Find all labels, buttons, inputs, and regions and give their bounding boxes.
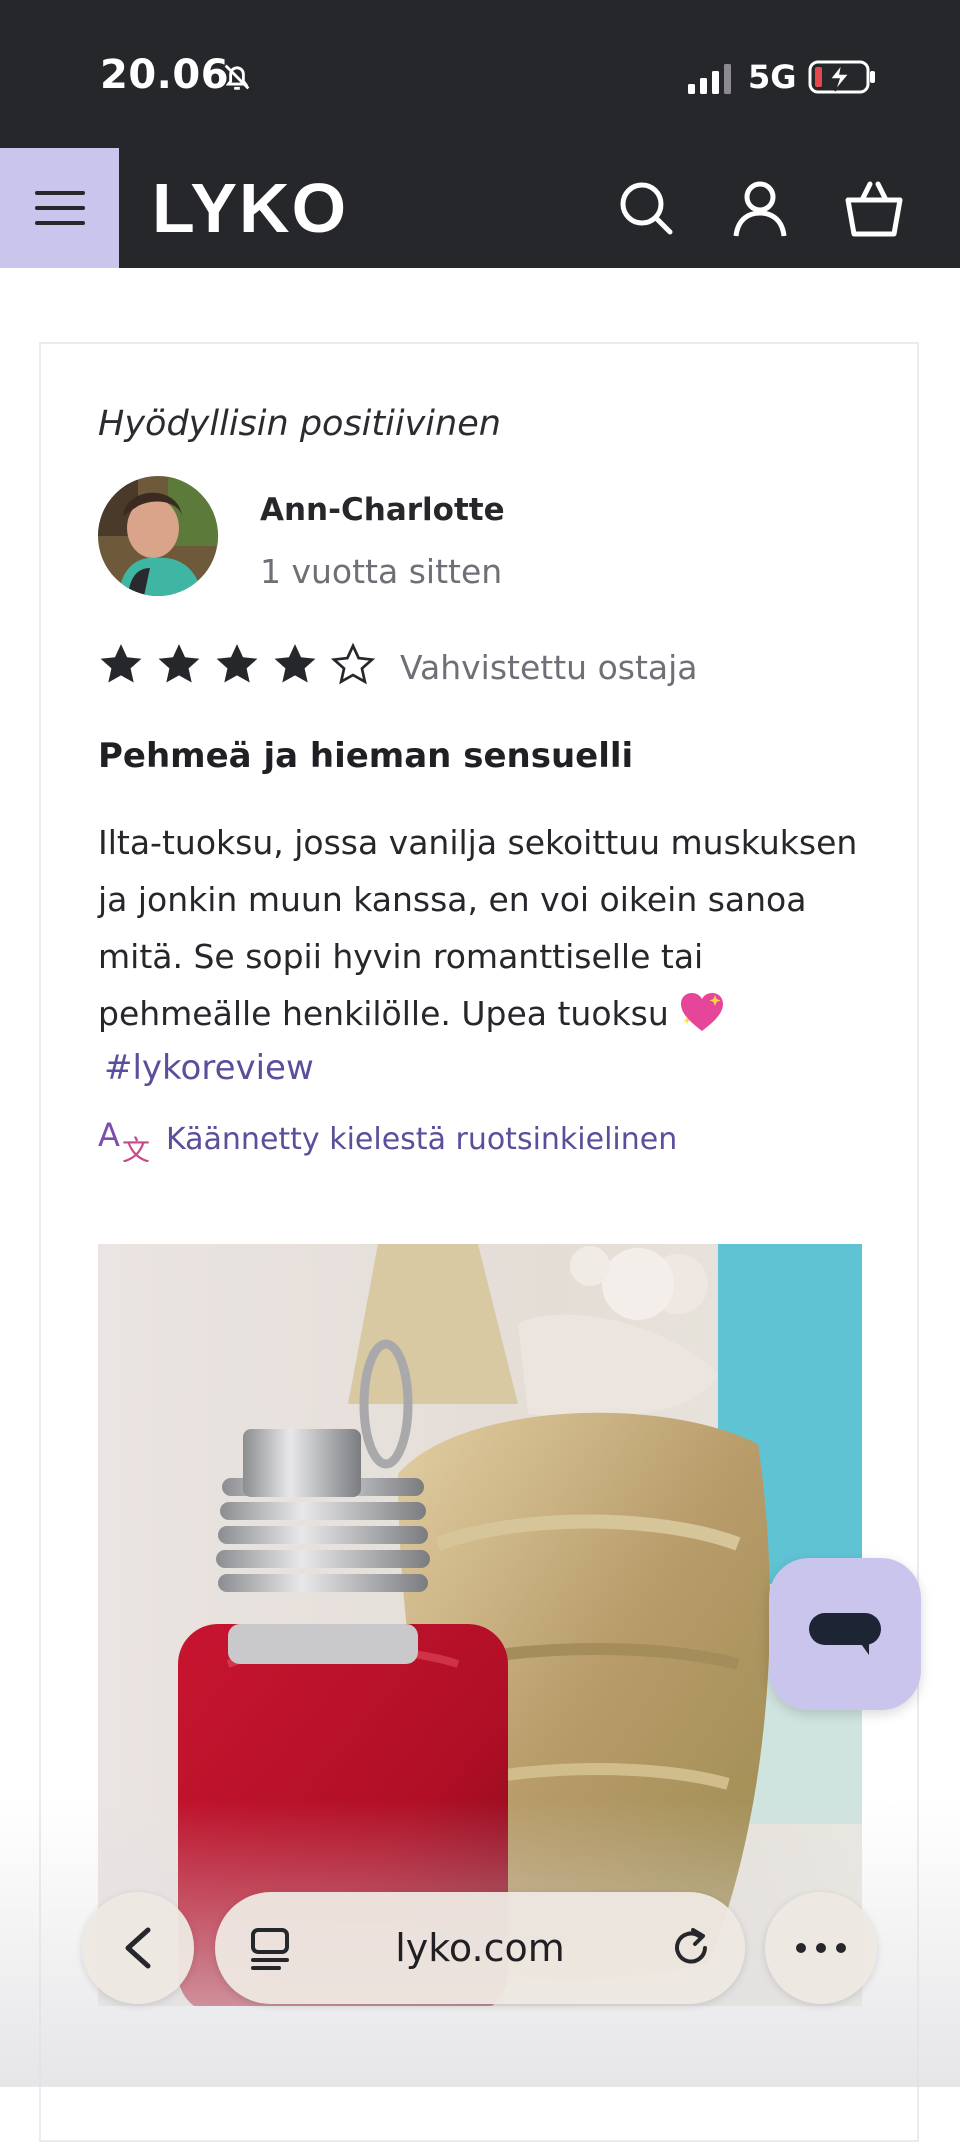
review-time: 1 vuotta sitten bbox=[260, 552, 503, 591]
reload-icon[interactable] bbox=[669, 1924, 715, 1972]
hashtag-link[interactable]: #lykoreview bbox=[104, 1048, 314, 1088]
status-bar: 20.06 5G bbox=[0, 0, 960, 148]
back-button[interactable] bbox=[82, 1892, 194, 2004]
star-empty-icon bbox=[330, 642, 376, 685]
avatar bbox=[98, 476, 218, 596]
review-body: Ilta-tuoksu, jossa vanilja sekoittuu mus… bbox=[98, 814, 878, 1042]
signal-icon bbox=[688, 64, 731, 94]
network-label: 5G bbox=[748, 58, 797, 96]
cart-icon[interactable] bbox=[844, 178, 904, 238]
menu-button[interactable] bbox=[0, 148, 119, 268]
star-filled-icon bbox=[274, 644, 316, 683]
star-filled-icon bbox=[158, 644, 200, 683]
site-logo[interactable]: LYKO bbox=[152, 170, 348, 246]
translation-text: Käännetty kielestä ruotsinkielinen bbox=[166, 1121, 678, 1157]
url-text: lyko.com bbox=[395, 1926, 565, 1970]
translate-icon: A 文 bbox=[98, 1116, 150, 1162]
reviewer-name: Ann-Charlotte bbox=[260, 492, 505, 528]
more-icon bbox=[796, 1943, 846, 1953]
search-icon[interactable] bbox=[616, 178, 676, 238]
verified-buyer: Vahvistettu ostaja bbox=[400, 648, 698, 687]
menu-icon bbox=[34, 191, 85, 195]
translation-note[interactable]: A 文 Käännetty kielestä ruotsinkielinen bbox=[98, 1116, 677, 1162]
more-button[interactable] bbox=[765, 1892, 877, 2004]
rating-stars bbox=[96, 640, 378, 690]
sparkling-heart-icon bbox=[681, 993, 724, 1031]
battery-charging-icon bbox=[808, 60, 875, 94]
chat-button[interactable] bbox=[769, 1558, 921, 1710]
chat-bubble-icon bbox=[809, 1613, 881, 1655]
account-icon[interactable] bbox=[730, 178, 790, 238]
review-text: Ilta-tuoksu, jossa vanilja sekoittuu mus… bbox=[98, 823, 858, 1033]
star-filled-icon bbox=[216, 644, 258, 683]
svg-text:A: A bbox=[98, 1116, 120, 1154]
review-label: Hyödyllisin positiivinen bbox=[98, 404, 501, 444]
bell-off-icon bbox=[224, 64, 250, 90]
status-time: 20.06 bbox=[100, 52, 230, 98]
back-icon bbox=[125, 1927, 151, 1969]
site-header: LYKO bbox=[0, 148, 960, 268]
svg-text:文: 文 bbox=[122, 1134, 150, 1162]
review-title: Pehmeä ja hieman sensuelli bbox=[98, 736, 634, 776]
url-bar[interactable]: lyko.com bbox=[215, 1892, 745, 2004]
star-filled-icon bbox=[100, 644, 142, 683]
